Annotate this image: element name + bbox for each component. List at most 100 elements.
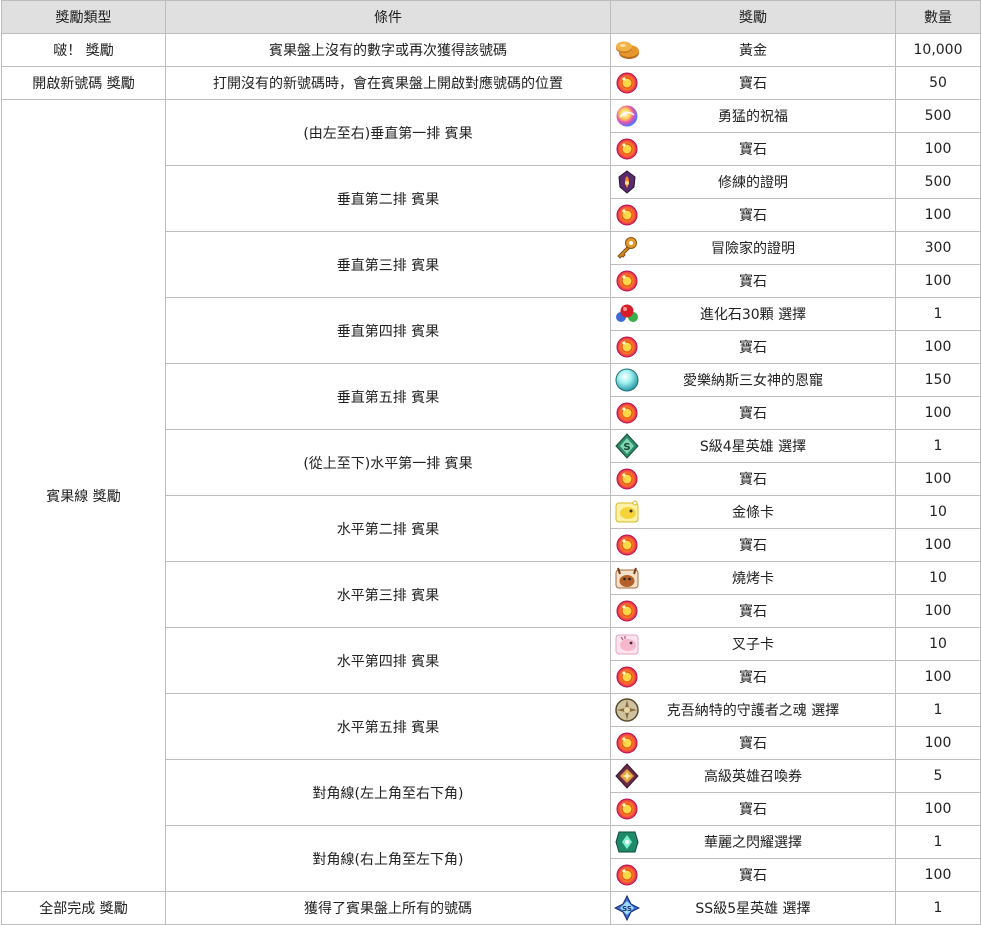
gem-icon bbox=[614, 598, 640, 624]
reward-cell: 寶石 bbox=[610, 660, 896, 694]
quantity-cell: 100 bbox=[895, 528, 981, 562]
reward-cell: 冒險家的證明 bbox=[610, 231, 896, 265]
reward-name: 寶石 bbox=[739, 472, 767, 488]
gem-icon bbox=[614, 268, 640, 294]
svg-text:SS: SS bbox=[622, 905, 632, 913]
reward-name: 寶石 bbox=[739, 76, 767, 92]
bingo-reward-table: 獎勵類型 條件 獎勵 數量 啵！ 獎勵 賓果盤上沒有的數字或再次獲得該號碼 黃金 10… bbox=[1, 0, 981, 925]
reward-cell: 寶石 bbox=[610, 528, 896, 562]
reward-name: 寶石 bbox=[739, 736, 767, 752]
reward-name: 寶石 bbox=[739, 274, 767, 290]
shine-ticket-icon bbox=[614, 829, 640, 855]
reward-name: 寶石 bbox=[739, 868, 767, 884]
blessing-orb-icon bbox=[614, 103, 640, 129]
evolution-stones-icon bbox=[614, 301, 640, 327]
reward-name: 金條卡 bbox=[732, 505, 774, 521]
quantity-cell: 1 bbox=[895, 297, 981, 331]
reward-name: 寶石 bbox=[739, 142, 767, 158]
reward-cell: 進化石30顆 選擇 bbox=[610, 297, 896, 331]
guardian-soul-icon bbox=[614, 697, 640, 723]
quantity-cell: 10,000 bbox=[895, 33, 981, 67]
condition-cell: 打開沒有的新號碼時，會在賓果盤上開啟對應號碼的位置 bbox=[165, 66, 611, 100]
reward-name: 燒烤卡 bbox=[732, 571, 774, 587]
reward-name: SS級5星英雄 選擇 bbox=[695, 901, 811, 917]
quantity-cell: 150 bbox=[895, 363, 981, 397]
fork-card-icon bbox=[614, 631, 640, 657]
table-row: 賓果線 獎勵 (由左至右)垂直第一排 賓果 勇猛的祝福 500 bbox=[1, 99, 981, 892]
reward-cell: 勇猛的祝福 bbox=[610, 99, 896, 133]
reward-cell: 叉子卡 bbox=[610, 627, 896, 661]
reward-cell: 克吾納特的守護者之魂 選擇 bbox=[610, 693, 896, 727]
gem-icon bbox=[614, 400, 640, 426]
reward-cell: 寶石 bbox=[610, 396, 896, 430]
gem-icon bbox=[614, 334, 640, 360]
quantity-cell: 10 bbox=[895, 627, 981, 661]
condition-cell: 獲得了賓果盤上所有的號碼 bbox=[165, 891, 611, 925]
condition-cell: 垂直第五排 賓果 bbox=[165, 363, 611, 430]
condition-cell: 垂直第三排 賓果 bbox=[165, 231, 611, 298]
reward-cell: 寶石 bbox=[610, 858, 896, 892]
quantity-cell: 10 bbox=[895, 561, 981, 595]
condition-cell: 水平第五排 賓果 bbox=[165, 693, 611, 760]
bbq-card-icon bbox=[614, 565, 640, 591]
quantity-cell: 100 bbox=[895, 858, 981, 892]
reward-cell: 寶石 bbox=[610, 198, 896, 232]
goddess-orb-icon bbox=[614, 367, 640, 393]
svg-text:S: S bbox=[623, 442, 630, 453]
quantity-cell: 100 bbox=[895, 726, 981, 760]
quantity-cell: 10 bbox=[895, 495, 981, 529]
reward-name: 寶石 bbox=[739, 670, 767, 686]
reward-name: 華麗之閃耀選擇 bbox=[704, 835, 802, 851]
condition-cell: 對角線(左上角至右下角) bbox=[165, 759, 611, 826]
reward-type-cell: 啵！ 獎勵 bbox=[1, 33, 166, 67]
quantity-cell: 100 bbox=[895, 132, 981, 166]
quantity-cell: 100 bbox=[895, 462, 981, 496]
training-proof-icon bbox=[614, 169, 640, 195]
gem-icon bbox=[614, 664, 640, 690]
condition-cell: 對角線(右上角至左下角) bbox=[165, 825, 611, 892]
quantity-cell: 500 bbox=[895, 165, 981, 199]
reward-cell: 高級英雄召喚券 bbox=[610, 759, 896, 793]
gold-bar-card-icon bbox=[614, 499, 640, 525]
table-row: 開啟新號碼 獎勵 打開沒有的新號碼時，會在賓果盤上開啟對應號碼的位置 寶石 50 bbox=[1, 66, 981, 100]
quantity-cell: 500 bbox=[895, 99, 981, 133]
quantity-cell: 50 bbox=[895, 66, 981, 100]
gold-coins-icon bbox=[614, 37, 640, 63]
quantity-cell: 1 bbox=[895, 429, 981, 463]
quantity-cell: 1 bbox=[895, 891, 981, 925]
quantity-cell: 100 bbox=[895, 792, 981, 826]
reward-cell: 寶石 bbox=[610, 330, 896, 364]
table-row: 全部完成 獎勵 獲得了賓果盤上所有的號碼 SS SS級5星英雄 選擇 1 bbox=[1, 891, 981, 925]
reward-type-cell: 賓果線 獎勵 bbox=[1, 99, 166, 892]
reward-type-cell: 開啟新號碼 獎勵 bbox=[1, 66, 166, 100]
reward-name: 寶石 bbox=[739, 802, 767, 818]
reward-cell: 寶石 bbox=[610, 66, 896, 100]
header-condition: 條件 bbox=[165, 0, 611, 34]
quantity-cell: 100 bbox=[895, 264, 981, 298]
condition-cell: (由左至右)垂直第一排 賓果 bbox=[165, 99, 611, 166]
reward-cell: 寶石 bbox=[610, 594, 896, 628]
reward-cell: 寶石 bbox=[610, 264, 896, 298]
gem-icon bbox=[614, 730, 640, 756]
reward-name: 寶石 bbox=[739, 208, 767, 224]
reward-name: 黃金 bbox=[739, 43, 767, 59]
reward-cell: 寶石 bbox=[610, 792, 896, 826]
header-reward: 獎勵 bbox=[610, 0, 896, 34]
gem-icon bbox=[614, 796, 640, 822]
reward-name: 進化石30顆 選擇 bbox=[699, 307, 807, 323]
reward-cell: 黃金 bbox=[610, 33, 896, 67]
quantity-cell: 1 bbox=[895, 693, 981, 727]
header-quantity: 數量 bbox=[895, 0, 981, 34]
reward-name: 愛樂納斯三女神的恩寵 bbox=[683, 373, 823, 389]
reward-cell: 寶石 bbox=[610, 726, 896, 760]
reward-name: 冒險家的證明 bbox=[711, 241, 795, 257]
condition-cell: 垂直第二排 賓果 bbox=[165, 165, 611, 232]
reward-cell: S S級4星英雄 選擇 bbox=[610, 429, 896, 463]
condition-cell: 水平第二排 賓果 bbox=[165, 495, 611, 562]
reward-type-cell: 全部完成 獎勵 bbox=[1, 891, 166, 925]
reward-name: 修練的證明 bbox=[718, 175, 788, 191]
reward-name: 勇猛的祝福 bbox=[718, 109, 788, 125]
condition-cell: (從上至下)水平第一排 賓果 bbox=[165, 429, 611, 496]
quantity-cell: 1 bbox=[895, 825, 981, 859]
reward-cell: 寶石 bbox=[610, 462, 896, 496]
